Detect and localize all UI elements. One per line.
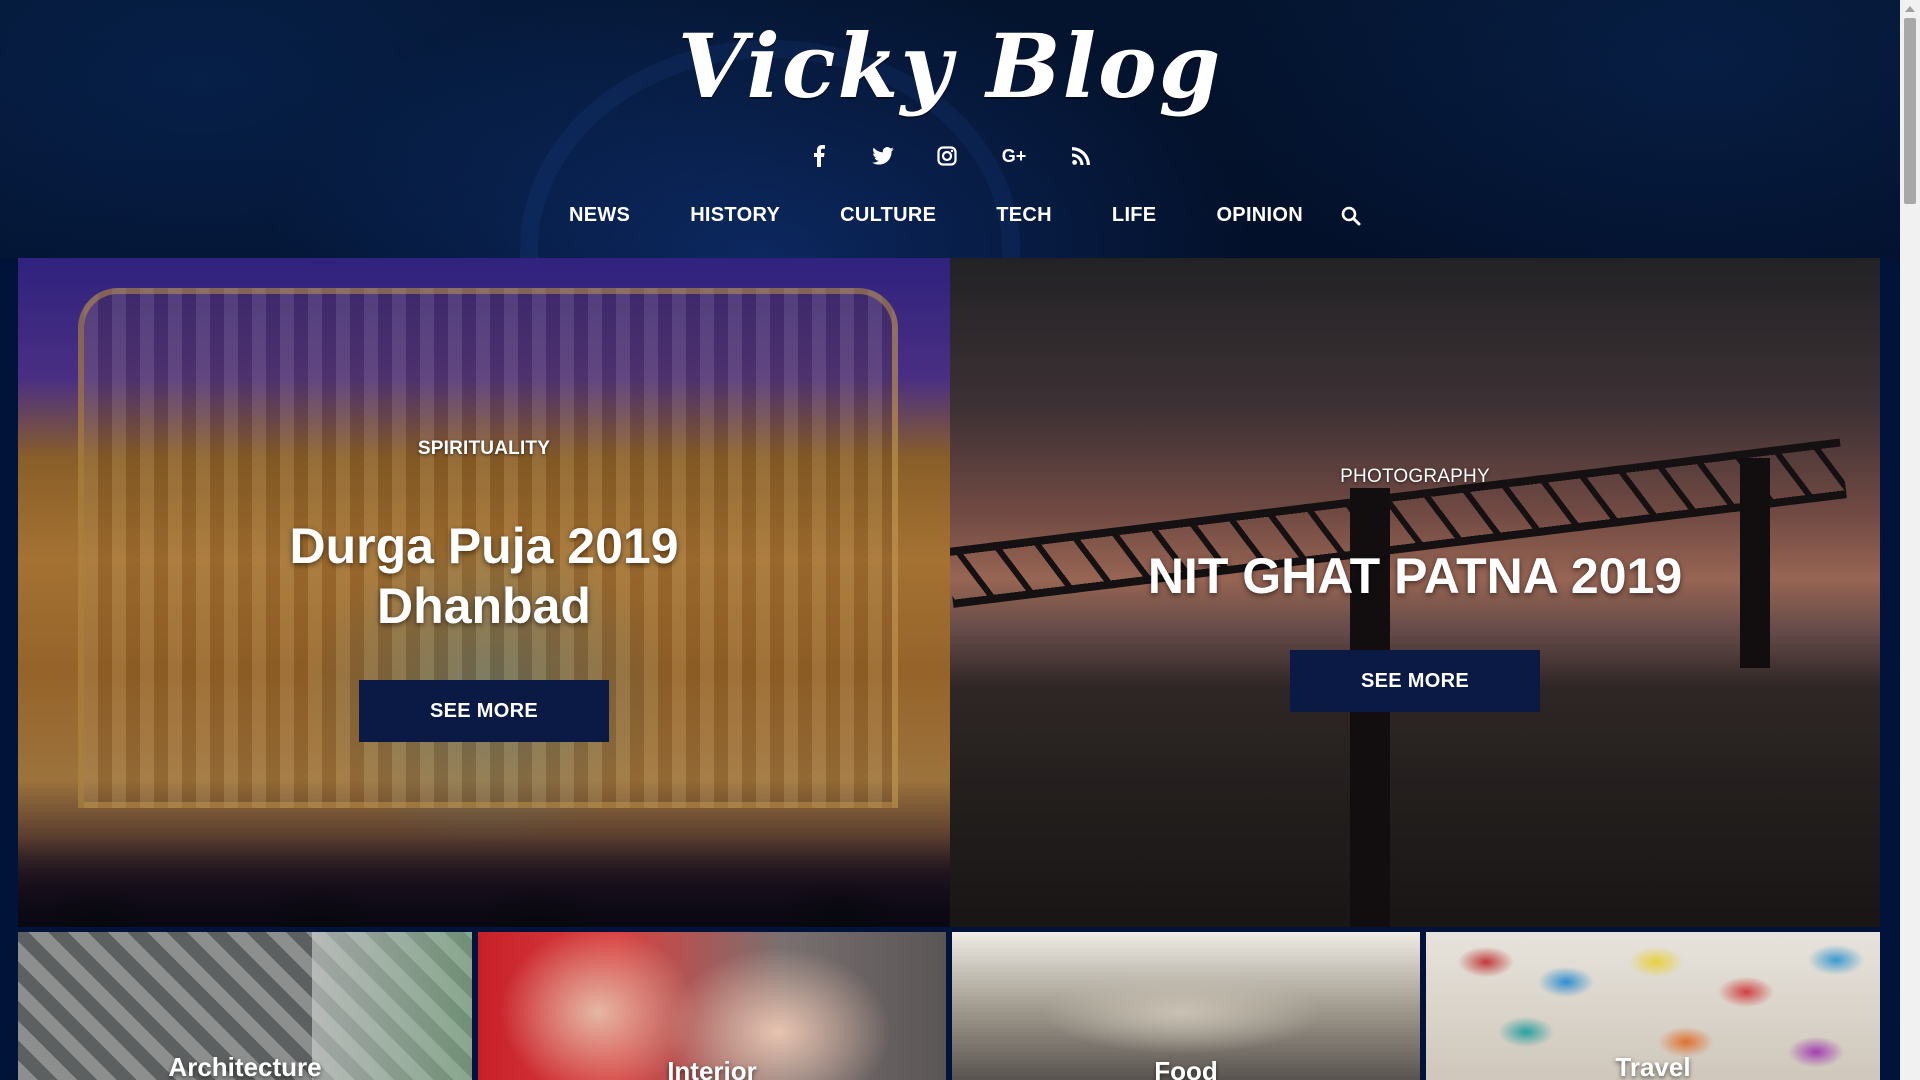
- main-nav: NEWS HISTORY CULTURE TECH LIFE OPINION: [0, 204, 1900, 227]
- scroll-up-icon[interactable]: [1905, 6, 1915, 12]
- featured-post-nit-ghat[interactable]: PHOTOGRAPHY NIT GHAT PATNA 2019 SEE MORE: [950, 258, 1880, 927]
- featured-posts: SPIRITUALITY Durga Puja 2019 Dhanbad SEE…: [18, 258, 1880, 927]
- nav-item-life[interactable]: LIFE: [1082, 204, 1187, 227]
- featured-content: SPIRITUALITY Durga Puja 2019 Dhanbad SEE…: [18, 438, 950, 742]
- see-more-button[interactable]: SEE MORE: [1290, 650, 1540, 712]
- search-icon[interactable]: [1333, 206, 1361, 226]
- category-tile-food[interactable]: Food: [952, 932, 1420, 1080]
- nav-item-history[interactable]: HISTORY: [660, 204, 810, 227]
- category-tile-interior[interactable]: Interior: [478, 932, 946, 1080]
- see-more-button[interactable]: SEE MORE: [359, 680, 609, 742]
- post-title-line-2: Dhanbad: [377, 578, 591, 634]
- nav-item-culture[interactable]: CULTURE: [810, 204, 966, 227]
- post-title[interactable]: NIT GHAT PATNA 2019: [950, 546, 1880, 606]
- google-plus-icon[interactable]: G+: [999, 144, 1029, 168]
- category-label: Travel: [1615, 1052, 1691, 1080]
- facebook-icon[interactable]: [807, 144, 831, 168]
- scrollbar-thumb[interactable]: [1904, 18, 1916, 204]
- post-title[interactable]: Durga Puja 2019 Dhanbad: [18, 516, 950, 636]
- nav-item-opinion[interactable]: OPINION: [1186, 204, 1333, 227]
- category-label: Architecture: [168, 1052, 322, 1080]
- site-header: Vicky Blog G+ NEWS HISTORY CULTURE TECH …: [0, 0, 1900, 460]
- category-tile-architecture[interactable]: Architecture: [18, 932, 472, 1080]
- vertical-scrollbar[interactable]: [1900, 0, 1920, 1080]
- post-category[interactable]: PHOTOGRAPHY: [950, 466, 1880, 488]
- category-tiles: Architecture Interior Food Travel: [18, 932, 1880, 1080]
- category-label: Interior: [667, 1056, 757, 1080]
- social-links: G+: [0, 144, 1900, 168]
- category-label: Food: [1154, 1056, 1218, 1080]
- post-title-line-1: Durga Puja 2019: [289, 518, 679, 574]
- featured-post-durga-puja[interactable]: SPIRITUALITY Durga Puja 2019 Dhanbad SEE…: [18, 258, 950, 927]
- nav-item-tech[interactable]: TECH: [966, 204, 1082, 227]
- instagram-icon[interactable]: [935, 144, 959, 168]
- twitter-icon[interactable]: [871, 144, 895, 168]
- site-logo[interactable]: Vicky Blog: [0, 14, 1900, 118]
- nav-item-news[interactable]: NEWS: [539, 204, 660, 227]
- category-tile-travel[interactable]: Travel: [1426, 932, 1880, 1080]
- rss-icon[interactable]: [1069, 144, 1093, 168]
- featured-content: PHOTOGRAPHY NIT GHAT PATNA 2019 SEE MORE: [950, 466, 1880, 712]
- post-category[interactable]: SPIRITUALITY: [18, 438, 950, 460]
